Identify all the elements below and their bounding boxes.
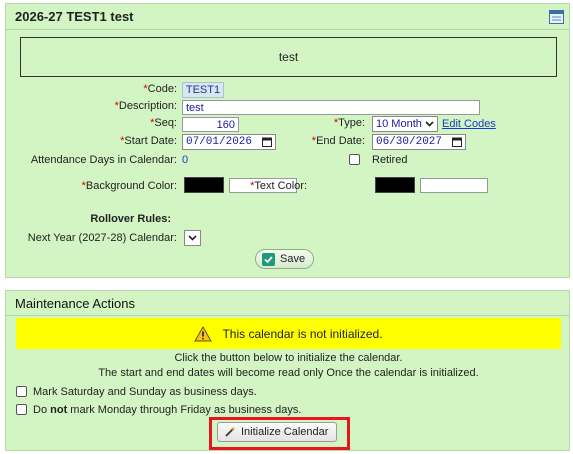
maintenance-header: Maintenance Actions bbox=[6, 291, 569, 316]
text-color-input[interactable] bbox=[420, 178, 488, 193]
info-line-2: The start and end dates will become read… bbox=[98, 367, 479, 379]
end-date-value: 06/30/2027 bbox=[376, 136, 443, 148]
weekday-business-days-label: Do not mark Monday through Friday as bus… bbox=[33, 404, 301, 416]
text-color-swatch[interactable] bbox=[375, 177, 415, 193]
save-button-label: Save bbox=[280, 253, 306, 265]
end-date-label-text: End Date: bbox=[316, 135, 365, 147]
code-label-text: Code: bbox=[147, 83, 177, 95]
weekday-label-suffix: mark Monday through Friday as business d… bbox=[67, 404, 302, 416]
calendar-icon[interactable] bbox=[549, 9, 564, 24]
type-label: *Type: bbox=[334, 117, 365, 129]
code-label: *Code: bbox=[143, 83, 177, 95]
weekday-label-prefix: Do bbox=[33, 404, 51, 416]
seq-label-text: Seq: bbox=[154, 117, 177, 129]
background-color-swatch[interactable] bbox=[184, 177, 224, 193]
type-label-text: Type: bbox=[338, 117, 365, 129]
type-select-value: 10 Month bbox=[376, 118, 422, 130]
chevron-down-icon bbox=[425, 121, 434, 127]
text-color-label: *Text Color: bbox=[250, 180, 307, 192]
weekday-label-bold: not bbox=[50, 404, 68, 416]
description-label-text: Description: bbox=[118, 100, 177, 112]
code-value: TEST1 bbox=[182, 82, 224, 98]
page-title: 2026-27 TEST1 test bbox=[15, 9, 134, 24]
rollover-heading: Rollover Rules: bbox=[90, 213, 171, 225]
end-date-input[interactable]: 06/30/2027 bbox=[372, 134, 466, 150]
end-date-label: *End Date: bbox=[312, 135, 365, 147]
maintenance-title: Maintenance Actions bbox=[15, 296, 135, 311]
calendar-name: test bbox=[278, 50, 299, 64]
edit-codes-link[interactable]: Edit Codes bbox=[442, 118, 496, 130]
start-date-value: 07/01/2026 bbox=[186, 136, 253, 148]
save-button[interactable]: Save bbox=[255, 249, 315, 269]
description-input[interactable] bbox=[182, 100, 480, 115]
next-year-label: Next Year (2027-28) Calendar: bbox=[27, 232, 177, 244]
type-select[interactable]: 10 Month bbox=[372, 116, 438, 132]
check-icon bbox=[262, 252, 275, 266]
calendar-icon[interactable] bbox=[262, 137, 272, 147]
retired-label: Retired bbox=[372, 154, 408, 166]
start-date-label-text: Start Date: bbox=[124, 135, 177, 147]
attendance-days-label: Attendance Days in Calendar: bbox=[30, 154, 177, 166]
weekend-business-days-checkbox[interactable] bbox=[16, 386, 27, 397]
attendance-days-value[interactable]: 0 bbox=[182, 154, 188, 166]
description-label: *Description: bbox=[115, 100, 177, 112]
seq-label: *Seq: bbox=[150, 117, 177, 129]
weekday-business-days-checkbox[interactable] bbox=[16, 404, 27, 415]
calendar-panel: 2026-27 TEST1 test test *Code: TEST1 *De… bbox=[5, 3, 570, 278]
warning-banner: This calendar is not initialized. bbox=[16, 318, 561, 349]
calendar-icon[interactable] bbox=[452, 137, 462, 147]
retired-checkbox[interactable] bbox=[349, 154, 360, 165]
weekend-business-days-label: Mark Saturday and Sunday as business day… bbox=[33, 386, 257, 398]
next-year-select[interactable] bbox=[184, 230, 201, 246]
warning-text: This calendar is not initialized. bbox=[222, 326, 383, 341]
panel-header: 2026-27 TEST1 test bbox=[6, 4, 569, 30]
background-color-label-text: Background Color: bbox=[85, 180, 177, 192]
info-line-1: Click the button below to initialize the… bbox=[174, 352, 403, 364]
chevron-down-icon bbox=[188, 235, 197, 241]
highlight-outline bbox=[209, 417, 350, 450]
seq-input[interactable] bbox=[182, 117, 239, 132]
warning-triangle-icon bbox=[194, 325, 213, 341]
calendar-name-box: test bbox=[20, 37, 557, 77]
start-date-input[interactable]: 07/01/2026 bbox=[182, 134, 276, 150]
background-color-label: *Background Color: bbox=[82, 180, 177, 192]
start-date-label: *Start Date: bbox=[120, 135, 177, 147]
text-color-label-text: Text Color: bbox=[254, 180, 307, 192]
